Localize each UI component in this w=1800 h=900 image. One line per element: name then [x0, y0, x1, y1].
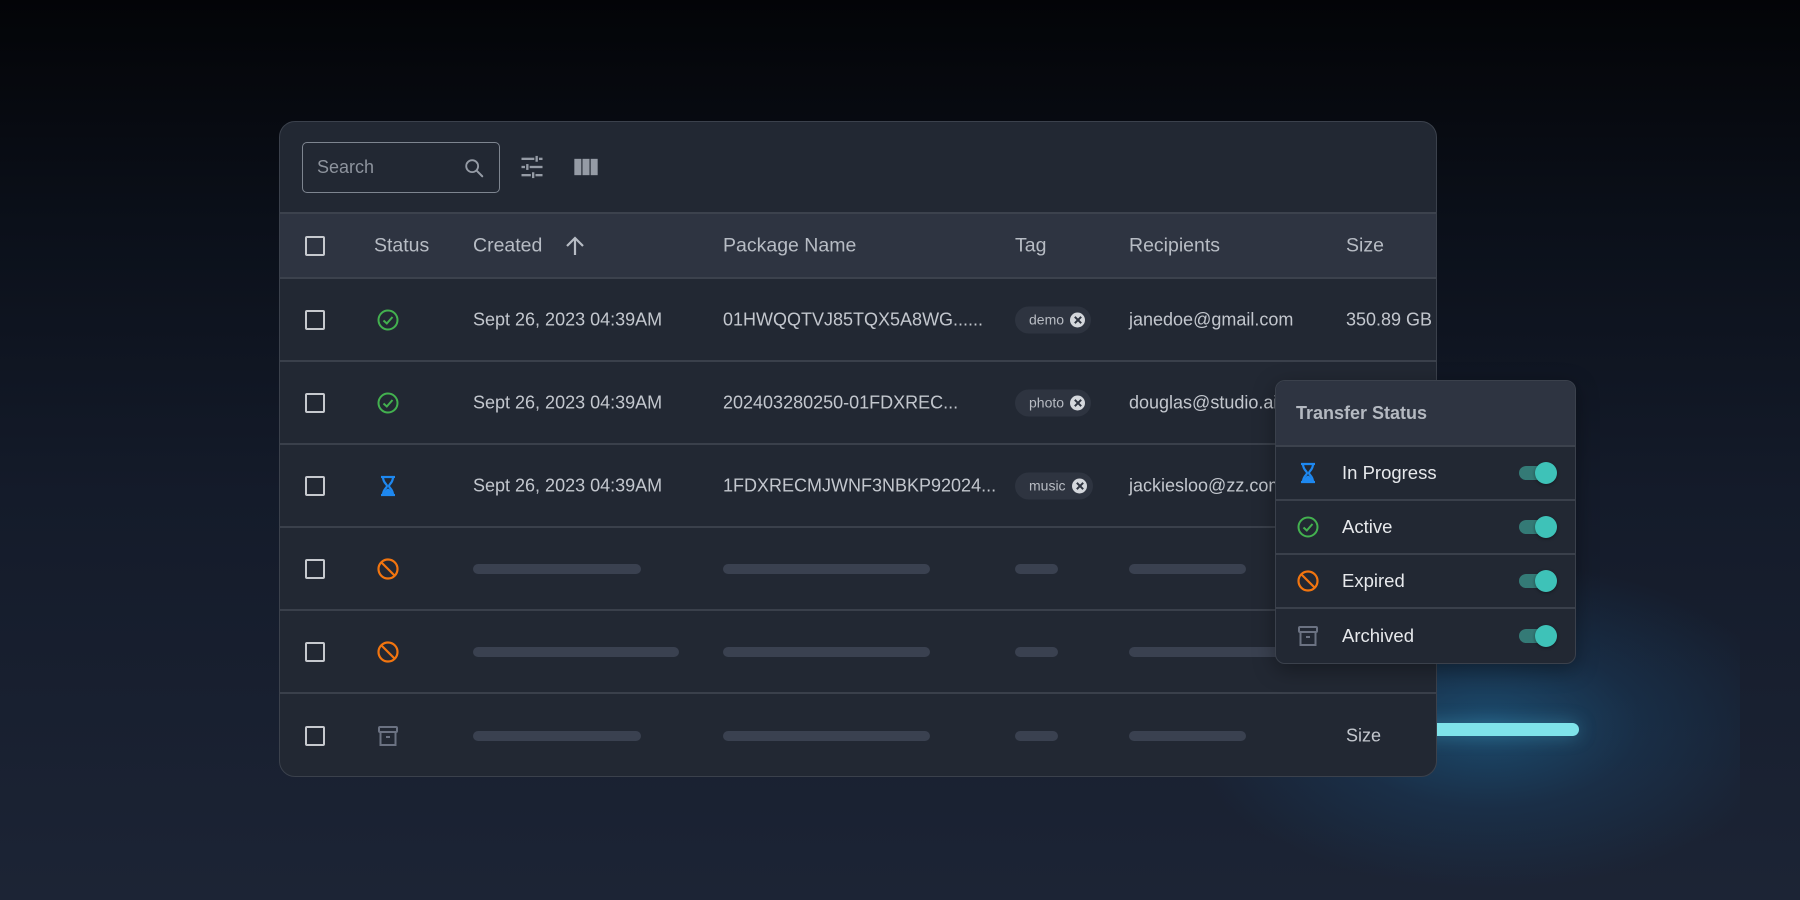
transfer-status-popover: Transfer Status In Progress Active Expired… [1275, 380, 1576, 664]
tag-label: photo [1029, 394, 1065, 411]
status-toggle[interactable] [1519, 625, 1559, 647]
table-row[interactable] [280, 528, 1436, 611]
recipient-email: jackiesloo@zz.com [1129, 475, 1284, 495]
search-icon[interactable] [463, 157, 485, 179]
skeleton-recipients [1129, 730, 1246, 741]
column-header-status[interactable]: Status [374, 234, 429, 257]
toggle-thumb [1535, 570, 1557, 592]
recipient-email: janedoe@gmail.com [1129, 309, 1294, 329]
skeleton-tag [1015, 730, 1058, 741]
search-field[interactable] [302, 142, 500, 193]
toggle-thumb [1535, 462, 1557, 484]
check-circle-icon [377, 392, 399, 413]
archive-box-icon [1298, 626, 1318, 646]
status-filter-label: Expired [1342, 570, 1405, 591]
package-size: 350.89 GB [1346, 309, 1433, 329]
status-filter-list: In Progress Active Expired Archived [1276, 447, 1575, 663]
remove-tag-icon[interactable] [1070, 395, 1086, 410]
table-row[interactable]: Size [280, 694, 1436, 776]
status-filter-expired[interactable]: Expired [1276, 555, 1575, 609]
remove-tag-icon[interactable] [1071, 478, 1087, 493]
row-checkbox[interactable] [305, 392, 325, 413]
status-filter-label: Active [1342, 516, 1393, 537]
recipient-email: douglas@studio.ai [1129, 392, 1278, 412]
row-checkbox[interactable] [305, 309, 325, 330]
status-toggle[interactable] [1519, 462, 1559, 484]
tag-chip: demo [1015, 306, 1092, 333]
toggle-thumb [1535, 516, 1557, 538]
row-checkbox[interactable] [305, 475, 325, 496]
toggle-thumb [1535, 625, 1557, 647]
status-toggle[interactable] [1519, 570, 1559, 592]
select-all-checkbox[interactable] [305, 235, 325, 256]
remove-tag-icon[interactable] [1070, 312, 1086, 327]
tag-chip: photo [1015, 389, 1092, 416]
table-row[interactable] [280, 611, 1436, 694]
package-name[interactable]: 202403280250-01FDXREC... [723, 392, 958, 413]
sort-ascending-icon[interactable] [563, 234, 587, 258]
created-date: Sept 26, 2023 04:39AM [473, 392, 663, 412]
tune-sliders-icon[interactable] [518, 153, 546, 181]
table-row[interactable]: Sept 26, 2023 04:39AM 202403280250-01FDXR… [280, 362, 1436, 445]
status-filter-archived[interactable]: Archived [1276, 609, 1575, 663]
archive-box-icon [378, 725, 398, 746]
column-header-package-name[interactable]: Package Name [723, 234, 856, 257]
skeleton-tag [1015, 563, 1058, 574]
tag-chip: music [1015, 472, 1093, 499]
skeleton-created [473, 730, 641, 741]
transfers-table-card: Status Created Package Name Tag Recipien… [279, 121, 1437, 777]
block-icon [377, 557, 399, 580]
status-filter-active[interactable]: Active [1276, 501, 1575, 555]
column-header-size[interactable]: Size [1346, 234, 1384, 257]
status-filter-label: In Progress [1342, 462, 1437, 483]
table-body: Sept 26, 2023 04:39AM 01HWQQTVJ85TQX5A8WG… [280, 279, 1436, 776]
package-name[interactable]: 01HWQQTVJ85TQX5A8WG...... [723, 309, 983, 330]
skeleton-recipients [1129, 563, 1246, 574]
check-circle-icon [377, 309, 399, 330]
hourglass-icon [1301, 462, 1315, 484]
table-row[interactable]: Sept 26, 2023 04:39AM 1FDXRECMJWNF3NBKP92… [280, 445, 1436, 528]
created-date: Sept 26, 2023 04:39AM [473, 309, 663, 329]
popover-title: Transfer Status [1276, 381, 1575, 447]
row-checkbox[interactable] [305, 641, 325, 662]
check-circle-icon [1297, 516, 1319, 538]
created-date: Sept 26, 2023 04:39AM [473, 475, 663, 495]
skeleton-package-name [723, 730, 930, 741]
tag-label: music [1029, 477, 1066, 494]
status-filter-in-progress[interactable]: In Progress [1276, 447, 1575, 501]
hourglass-icon [381, 475, 395, 496]
tag-label: demo [1029, 311, 1065, 328]
column-header-recipients[interactable]: Recipients [1129, 234, 1220, 257]
package-name[interactable]: 1FDXRECMJWNF3NBKP92024... [723, 475, 996, 496]
view-columns-icon[interactable] [572, 153, 600, 181]
table-row[interactable]: Sept 26, 2023 04:39AM 01HWQQTVJ85TQX5A8WG… [280, 279, 1436, 362]
skeleton-package-name [723, 646, 930, 657]
status-filter-label: Archived [1342, 625, 1414, 646]
block-icon [1297, 570, 1319, 592]
skeleton-tag [1015, 646, 1058, 657]
skeleton-created [473, 563, 641, 574]
search-input[interactable] [317, 157, 457, 178]
row-checkbox[interactable] [305, 725, 325, 746]
toolbar [280, 122, 1436, 212]
column-header-created[interactable]: Created [473, 234, 542, 257]
skeleton-created [473, 646, 679, 657]
package-size: Size [1346, 725, 1382, 745]
status-toggle[interactable] [1519, 516, 1559, 538]
block-icon [377, 640, 399, 663]
table-header: Status Created Package Name Tag Recipien… [280, 212, 1436, 279]
row-checkbox[interactable] [305, 558, 325, 579]
skeleton-package-name [723, 563, 930, 574]
column-header-tag[interactable]: Tag [1015, 234, 1046, 257]
